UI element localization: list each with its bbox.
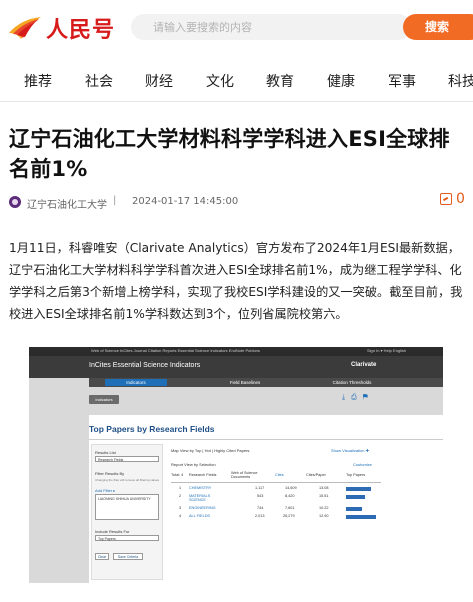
esi-row-cpp: 15.51: [319, 494, 329, 498]
esi-panel-title: Top Papers by Research Fields: [89, 424, 215, 434]
esi-signin: Sign In ▾ Help English: [367, 348, 407, 353]
esi-row-index: 4: [179, 514, 182, 518]
esi-row-cpp: 13.08: [319, 486, 329, 490]
comment-button[interactable]: 0: [440, 191, 465, 207]
source-avatar-icon[interactable]: [9, 196, 21, 208]
search-button[interactable]: 搜索: [403, 14, 473, 40]
nav-item-finance[interactable]: 财经: [145, 71, 173, 91]
nav-item-health[interactable]: 健康: [327, 71, 355, 91]
esi-customize: Customize: [353, 462, 372, 467]
esi-vendor-logo: Clarivate: [351, 362, 377, 368]
search-input[interactable]: [131, 14, 411, 40]
article-source[interactable]: 辽宁石油化工大学: [27, 196, 107, 211]
esi-divider: [89, 439, 443, 440]
esi-row-top-bar: [346, 487, 371, 491]
esi-filter-hint: Changing the filter will remove all filt…: [95, 478, 160, 482]
esi-table-row: 3 ENGINEERING 744 7,601 10.22: [171, 506, 381, 512]
article-image-esi-screenshot: Web of Science InCites Journal Citation …: [29, 347, 443, 583]
meta-separator: |: [113, 195, 117, 206]
esi-row-cpp: 12.90: [319, 514, 329, 518]
esi-table-header: Total: 4 Research Fields Web of Science …: [171, 471, 381, 483]
esi-tab-indicators: Indicators: [105, 379, 167, 386]
esi-filter-box: LIAONING SHIHUA UNIVERSITY: [95, 494, 159, 520]
nav-item-recommend[interactable]: 推荐: [24, 71, 52, 91]
channel-nav: 推荐 社会 财经 文化 教育 健康 军事 科技: [0, 58, 473, 102]
esi-row-field: CHEMISTRY: [189, 486, 212, 490]
esi-save-button: Save Criteria: [113, 553, 143, 560]
esi-table-row: 2 MATERIALS SCIENCE 543 8,420 15.51: [171, 494, 381, 504]
esi-include-label: Include Results For: [95, 529, 130, 534]
esi-row-cites: 26,279: [283, 514, 295, 518]
esi-show-visualization: Show Visualization ✚: [331, 448, 369, 453]
esi-col-docs: Web of Science Documents: [231, 471, 258, 479]
esi-row-cites: 7,601: [285, 506, 295, 510]
esi-report-view: Report View by Selection: [171, 462, 216, 467]
esi-col-cites: Cites: [275, 473, 284, 477]
esi-results-list-select: Research Fields: [95, 456, 159, 462]
esi-row-top-bar: [346, 507, 362, 511]
comment-edit-icon: [440, 193, 452, 205]
esi-row-field: ENGINEERING: [189, 506, 216, 510]
esi-row-cites: 14,609: [285, 486, 297, 490]
esi-row-cpp: 10.22: [319, 506, 329, 510]
article-date: 2024-01-17 14:45:00: [132, 196, 239, 207]
esi-row-index: 3: [179, 506, 182, 510]
logo-text: 人民号: [46, 18, 116, 43]
esi-top-links: Web of Science InCites Journal Citation …: [91, 348, 260, 353]
esi-row-index: 2: [179, 494, 182, 498]
esi-col-cpp: Cites/Paper: [306, 473, 326, 477]
esi-row-docs: 1,117: [255, 486, 265, 490]
article-paragraph: 1月11日，科睿唯安（Clarivate Analytics）官方发布了2024…: [9, 241, 463, 321]
esi-col-total: Total: 4: [171, 473, 184, 477]
nav-item-military[interactable]: 军事: [388, 71, 416, 91]
esi-row-field: ALL FIELDS: [189, 514, 210, 518]
nav-item-culture[interactable]: 文化: [206, 71, 234, 91]
logo[interactable]: 人民号: [7, 12, 115, 44]
esi-row-top-bar: [346, 495, 365, 499]
esi-col-top: Top Papers: [346, 473, 366, 477]
logo-wing-icon: [7, 13, 43, 43]
esi-clear-button: Clear: [95, 553, 109, 560]
esi-row-index: 1: [179, 486, 182, 490]
esi-brand: InCites Essential Science Indicators: [89, 362, 201, 369]
search-box: [131, 14, 411, 40]
esi-col-field: Research Fields: [189, 473, 217, 477]
esi-table-row: 4 ALL FIELDS 2,013 26,279 12.90: [171, 514, 381, 520]
esi-map-view: Map View by Top | Hot | Highly Cited Pap…: [171, 448, 250, 453]
article-meta: 辽宁石油化工大学 | 2024-01-17 14:45:00: [9, 193, 465, 211]
esi-toolbar-icons: ⤓⎙⚑: [342, 394, 374, 401]
esi-tab-citation-thresholds: Citation Thresholds: [332, 380, 372, 385]
esi-tab-field-baselines: Field Baselines: [229, 380, 261, 385]
top-bar: 人民号 搜索: [0, 0, 473, 56]
esi-row-docs: 543: [257, 494, 264, 498]
nav-item-tech[interactable]: 科技: [448, 71, 473, 91]
esi-row-cites: 8,420: [285, 494, 295, 498]
esi-crumb: Indicators: [89, 395, 119, 404]
esi-results-list-label: Results List: [95, 450, 116, 455]
nav-item-education[interactable]: 教育: [266, 71, 294, 91]
article-title: 辽宁石油化工大学材料科学学科进入ESI全球排名前1%: [9, 127, 450, 181]
esi-row-top-bar: [346, 515, 376, 519]
esi-add-filter: Add Filter ▸: [95, 488, 116, 493]
esi-filter-label: Filter Results By: [95, 471, 125, 476]
esi-row-field: MATERIALS SCIENCE: [189, 494, 211, 502]
esi-results-area: Map View by Top | Hot | Highly Cited Pap…: [171, 444, 381, 580]
esi-include-select: Top Papers: [95, 535, 159, 541]
nav-item-society[interactable]: 社会: [85, 71, 113, 91]
esi-row-docs: 744: [257, 506, 264, 510]
comment-count: 0: [456, 191, 465, 207]
esi-table-row: 1 CHEMISTRY 1,117 14,609 13.08: [171, 486, 381, 492]
esi-row-docs: 2,013: [255, 514, 265, 518]
